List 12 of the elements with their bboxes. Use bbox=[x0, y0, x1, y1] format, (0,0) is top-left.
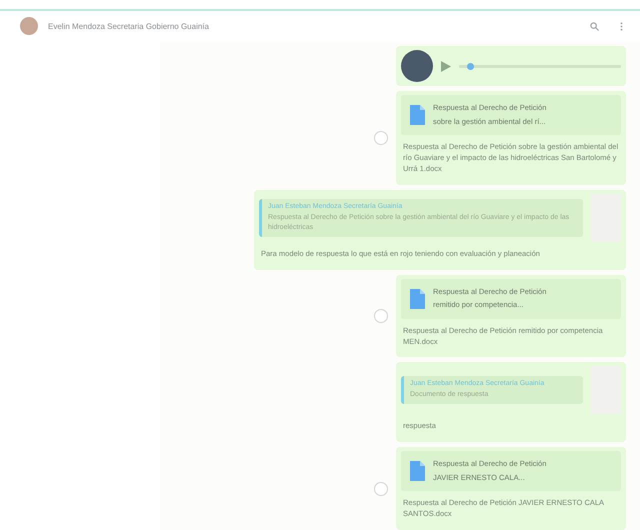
search-icon[interactable] bbox=[590, 22, 599, 31]
forward-button[interactable] bbox=[374, 309, 388, 323]
photo-placeholder bbox=[401, 50, 433, 82]
document-icon bbox=[409, 461, 425, 482]
forward-button[interactable] bbox=[374, 130, 388, 145]
audio-thumb[interactable] bbox=[467, 62, 474, 70]
document-icon bbox=[409, 105, 425, 126]
contact-name: Evelin Mendoza Secretaria Gobierno Guainía bbox=[48, 22, 210, 31]
play-icon[interactable] bbox=[441, 60, 451, 72]
document-icon bbox=[409, 288, 425, 309]
forward-button[interactable] bbox=[374, 482, 388, 496]
contact-avatar[interactable] bbox=[20, 17, 38, 36]
